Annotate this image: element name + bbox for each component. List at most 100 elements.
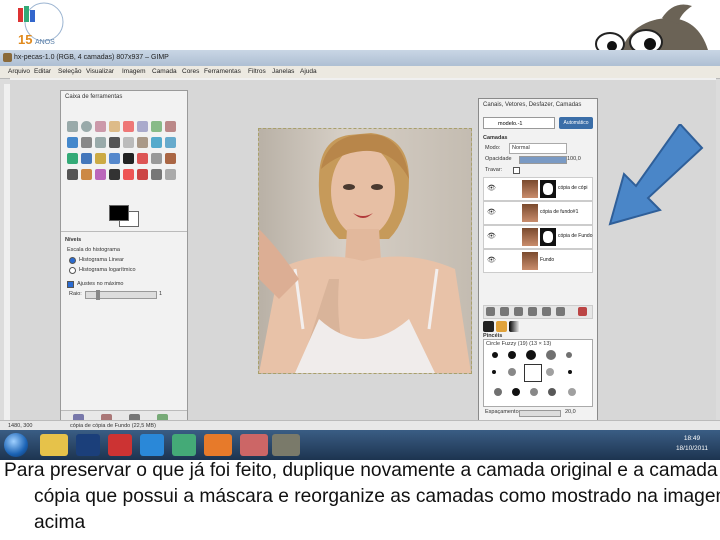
spacing-slider[interactable] — [519, 410, 561, 417]
photoshop-taskbar-icon[interactable] — [76, 434, 100, 456]
color-select-tool-icon[interactable] — [123, 121, 134, 132]
flip-tool-icon[interactable] — [95, 153, 106, 164]
menu-cores[interactable]: Cores — [182, 68, 199, 75]
auto-button[interactable]: Automático — [559, 117, 593, 129]
eye-icon[interactable]: 👁 — [487, 232, 496, 240]
brush-swatch[interactable] — [508, 351, 516, 359]
shear-tool-icon[interactable] — [67, 153, 78, 164]
lasso-tool-icon[interactable] — [95, 121, 106, 132]
align-tool-icon[interactable] — [123, 137, 134, 148]
lower-layer-icon[interactable] — [514, 307, 523, 316]
menu-selecao[interactable]: Seleção — [58, 68, 82, 75]
log-histogram-radio[interactable] — [69, 267, 76, 274]
menu-ferramentas[interactable]: Ferramentas — [204, 68, 241, 75]
gimp-taskbar-icon[interactable] — [272, 434, 300, 456]
heal-tool-icon[interactable] — [137, 169, 148, 180]
pencil-tool-icon[interactable] — [165, 153, 176, 164]
menu-arquivo[interactable]: Arquivo — [8, 68, 30, 75]
blend-tool-icon[interactable] — [151, 153, 162, 164]
crop-tool-icon[interactable] — [137, 137, 148, 148]
move-tool-icon[interactable] — [109, 137, 120, 148]
new-layer-icon[interactable] — [486, 307, 495, 316]
raio-slider-handle[interactable] — [96, 290, 100, 300]
anchor-layer-icon[interactable] — [542, 307, 551, 316]
menu-imagem[interactable]: Imagem — [122, 68, 145, 75]
brush-swatch[interactable] — [546, 368, 554, 376]
bucket-fill-tool-icon[interactable] — [137, 153, 148, 164]
brush-swatch-selected[interactable] — [524, 364, 542, 382]
explorer-taskbar-icon[interactable] — [40, 434, 68, 456]
gradients-tab-icon[interactable] — [509, 321, 520, 332]
scissors-tool-icon[interactable] — [137, 121, 148, 132]
brush-swatch[interactable] — [526, 350, 536, 360]
brush-swatch[interactable] — [508, 368, 516, 376]
paintbrush-tool-icon[interactable] — [67, 169, 78, 180]
brush-swatch[interactable] — [512, 388, 520, 396]
brush-swatch[interactable] — [494, 388, 502, 396]
eraser-tool-icon[interactable] — [81, 169, 92, 180]
mode-select[interactable]: Normal — [509, 143, 567, 154]
foreground-select-tool-icon[interactable] — [151, 121, 162, 132]
eye-icon[interactable]: 👁 — [487, 208, 496, 216]
duplicate-layer-icon[interactable] — [528, 307, 537, 316]
menu-visualizar[interactable]: Visualizar — [86, 68, 114, 75]
ink-tool-icon[interactable] — [109, 169, 120, 180]
layer-row[interactable]: 👁 cópia de cópi — [483, 177, 593, 201]
menu-camada[interactable]: Camada — [152, 68, 177, 75]
opacity-slider[interactable] — [519, 156, 567, 164]
firefox-taskbar-icon[interactable] — [204, 434, 232, 456]
layer-mask-thumbnail[interactable] — [540, 180, 556, 198]
fuzzy-select-tool-icon[interactable] — [109, 121, 120, 132]
brush-swatch[interactable] — [548, 388, 556, 396]
media-taskbar-icon[interactable] — [108, 434, 132, 456]
brush-swatch[interactable] — [568, 388, 576, 396]
layer-row[interactable]: 👁 Fundo — [483, 249, 593, 273]
scale-tool-icon[interactable] — [165, 137, 176, 148]
rotate-tool-icon[interactable] — [151, 137, 162, 148]
menu-janelas[interactable]: Janelas — [272, 68, 294, 75]
linear-histogram-radio[interactable] — [69, 257, 76, 264]
delete-layer-icon[interactable] — [578, 307, 587, 316]
menu-filtros[interactable]: Filtros — [248, 68, 266, 75]
rect-select-tool-icon[interactable] — [67, 121, 78, 132]
dodge-burn-tool-icon[interactable] — [165, 169, 176, 180]
eye-icon[interactable]: 👁 — [487, 256, 496, 264]
messenger-taskbar-icon[interactable] — [172, 434, 196, 456]
ie-taskbar-icon[interactable] — [140, 434, 164, 456]
auto-adjust-checkbox[interactable] — [67, 281, 74, 288]
patterns-tab-icon[interactable] — [496, 321, 507, 332]
layer-row[interactable]: 👁 cópia de fundo#1 — [483, 201, 593, 225]
system-clock[interactable]: 18:49 18/10/2011 — [676, 434, 708, 454]
brush-swatch[interactable] — [546, 350, 556, 360]
color-picker-tool-icon[interactable] — [67, 137, 78, 148]
merge-layer-icon[interactable] — [556, 307, 565, 316]
raise-layer-icon[interactable] — [500, 307, 509, 316]
paths-tool-icon[interactable] — [165, 121, 176, 132]
zoom-tool-icon[interactable] — [81, 137, 92, 148]
brush-grid[interactable]: Circle Fuzzy (19) (13 × 13) — [483, 339, 593, 407]
smudge-tool-icon[interactable] — [151, 169, 162, 180]
raio-slider[interactable] — [85, 290, 157, 300]
menu-ajuda[interactable]: Ajuda — [300, 68, 317, 75]
layer-row[interactable]: 👁 cópia de Fundo — [483, 225, 593, 249]
cage-tool-icon[interactable] — [109, 153, 120, 164]
brushes-tab-icon[interactable] — [483, 321, 494, 332]
eye-icon[interactable]: 👁 — [487, 184, 496, 192]
perspective-tool-icon[interactable] — [81, 153, 92, 164]
airbrush-tool-icon[interactable] — [95, 169, 106, 180]
menu-editar[interactable]: Editar — [34, 68, 51, 75]
lock-pixels-checkbox[interactable] — [513, 167, 520, 174]
brush-swatch[interactable] — [568, 370, 572, 374]
layer-mask-thumbnail[interactable] — [540, 228, 556, 246]
text-tool-icon[interactable] — [123, 153, 134, 164]
brush-swatch[interactable] — [492, 370, 496, 374]
ellipse-select-tool-icon[interactable] — [81, 121, 92, 132]
start-button[interactable] — [4, 433, 28, 457]
brush-swatch[interactable] — [530, 388, 538, 396]
image-selector[interactable]: modelo.-1 — [483, 117, 555, 129]
measure-tool-icon[interactable] — [95, 137, 106, 148]
brush-swatch[interactable] — [492, 352, 498, 358]
foreground-color-swatch[interactable] — [109, 205, 129, 221]
brush-swatch[interactable] — [566, 352, 572, 358]
powerpoint-taskbar-icon[interactable] — [240, 434, 268, 456]
